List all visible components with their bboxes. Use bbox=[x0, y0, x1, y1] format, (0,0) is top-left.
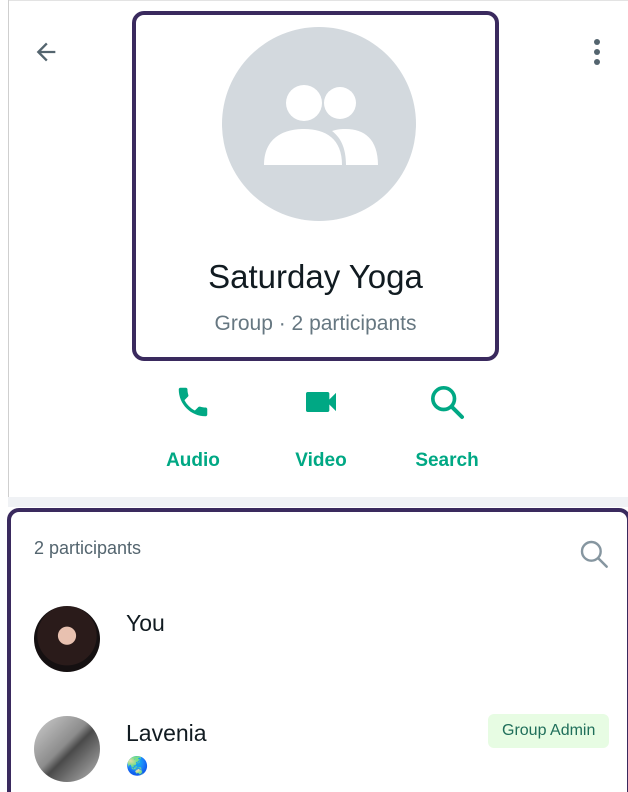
participant-row-you[interactable]: You bbox=[30, 602, 620, 682]
search-icon bbox=[580, 540, 608, 568]
video-camera-icon bbox=[306, 392, 336, 412]
avatar[interactable] bbox=[34, 716, 100, 782]
search-icon bbox=[431, 386, 464, 419]
group-admin-badge: Group Admin bbox=[488, 714, 610, 748]
participant-name: You bbox=[126, 610, 165, 636]
participants-search-button[interactable] bbox=[576, 536, 612, 572]
more-vertical-icon bbox=[594, 39, 600, 65]
left-divider bbox=[8, 0, 9, 497]
avatar[interactable] bbox=[34, 606, 100, 672]
phone-icon bbox=[178, 387, 208, 417]
section-divider bbox=[8, 497, 628, 507]
back-button[interactable] bbox=[28, 34, 64, 70]
search-label: Search bbox=[415, 450, 479, 471]
video-call-label: Video bbox=[295, 450, 347, 471]
audio-call-label: Audio bbox=[166, 450, 220, 471]
audio-call-button[interactable]: Audio bbox=[138, 380, 248, 472]
arrow-left-icon bbox=[36, 42, 56, 62]
search-button[interactable]: Search bbox=[392, 380, 502, 472]
group-subtitle: Group · 2 participants bbox=[214, 312, 417, 335]
more-options-button[interactable] bbox=[580, 34, 614, 70]
participant-name: Lavenia bbox=[126, 720, 207, 746]
video-call-button[interactable]: Video bbox=[266, 380, 376, 472]
participant-status: 🌏 bbox=[126, 756, 149, 776]
group-avatar[interactable] bbox=[222, 27, 416, 221]
group-name[interactable]: Saturday Yoga bbox=[132, 258, 499, 296]
participants-count: 2 participants bbox=[34, 538, 142, 558]
top-divider bbox=[8, 0, 628, 1]
participant-row-lavenia[interactable]: Lavenia 🌏 Group Admin bbox=[30, 712, 620, 792]
group-icon bbox=[264, 85, 378, 165]
